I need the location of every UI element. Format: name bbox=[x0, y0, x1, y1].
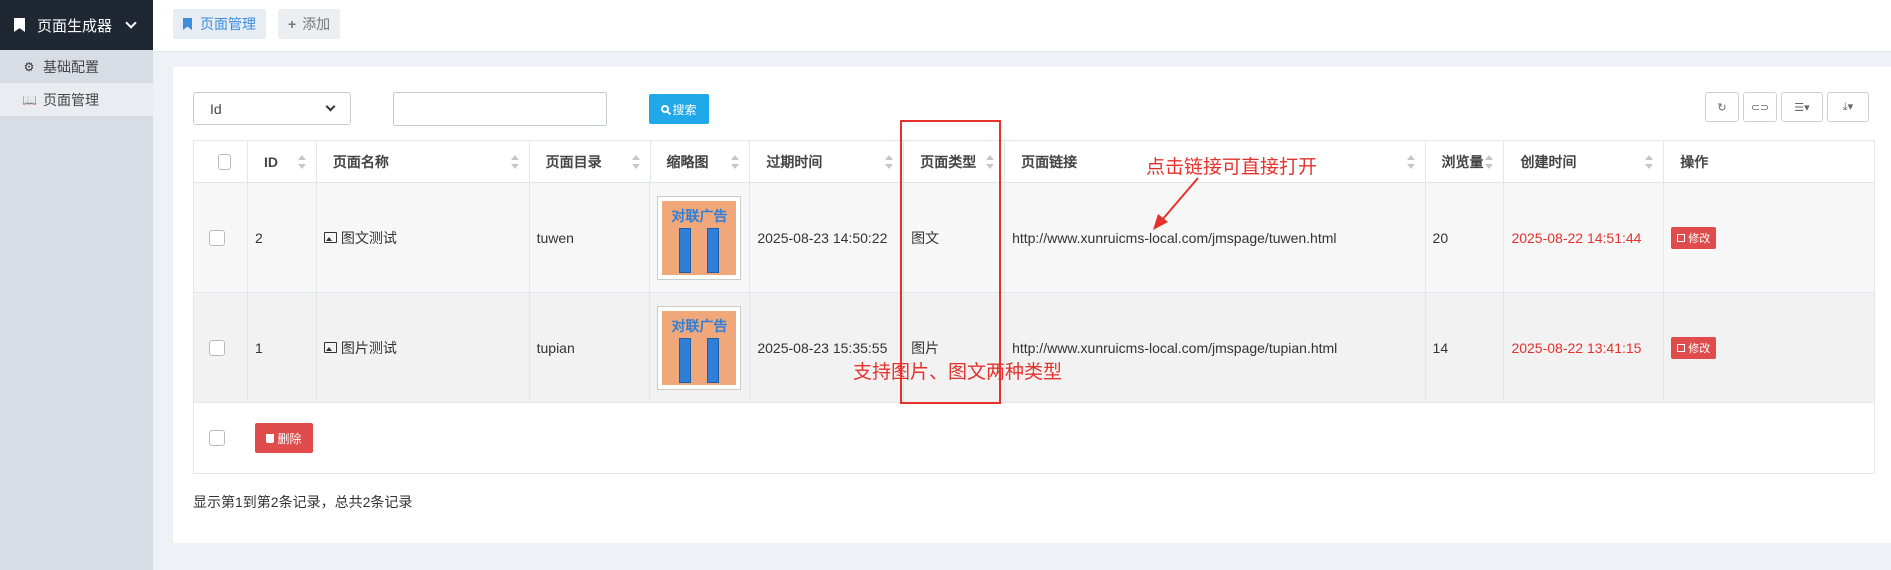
cell-name: 图片测试 bbox=[317, 293, 530, 402]
sort-icon bbox=[297, 154, 306, 169]
sidebar-header[interactable]: 页面生成器 bbox=[0, 0, 153, 50]
sort-icon bbox=[1645, 154, 1654, 169]
sort-icon bbox=[731, 154, 740, 169]
refresh-button[interactable]: ↻ bbox=[1705, 92, 1739, 122]
sort-icon bbox=[631, 154, 640, 169]
list-icon: ☰▾ bbox=[1794, 101, 1810, 114]
edit-button[interactable]: 修改 bbox=[1671, 336, 1717, 359]
column-header[interactable]: 页面名称 bbox=[317, 141, 530, 182]
cell-created: 2025-08-22 14:51:44 bbox=[1504, 183, 1665, 292]
cell-views: 14 bbox=[1426, 293, 1505, 402]
sort-icon bbox=[1485, 154, 1494, 169]
trash-icon bbox=[266, 433, 275, 443]
search-button[interactable]: 搜索 bbox=[649, 94, 709, 124]
sort-icon bbox=[510, 154, 519, 169]
edit-icon bbox=[1677, 233, 1686, 242]
cell-dir: tuwen bbox=[530, 183, 651, 292]
header-select-all[interactable] bbox=[194, 141, 248, 182]
annotation-type-note: 支持图片、图文两种类型 bbox=[853, 362, 1063, 383]
cell-expire: 2025-08-23 15:35:55 bbox=[750, 293, 905, 402]
sidebar: 页面生成器 ⚙ 基础配置 📖 页面管理 bbox=[0, 0, 153, 570]
thumbnail-image[interactable]: 对联广告 bbox=[657, 195, 742, 280]
tab-page-manage[interactable]: 页面管理 bbox=[173, 9, 266, 39]
toggle-icon: ⊂⊃ bbox=[1750, 101, 1770, 114]
cell-thumbnail: 对联广告 bbox=[650, 183, 751, 292]
cell-name: 图文测试 bbox=[317, 183, 530, 292]
row-checkbox[interactable] bbox=[209, 339, 225, 356]
column-header[interactable]: 创建时间 bbox=[1504, 141, 1665, 182]
thumbnail-image[interactable]: 对联广告 bbox=[657, 305, 742, 390]
columns-button[interactable]: ☰▾ bbox=[1781, 92, 1823, 122]
edit-icon bbox=[1677, 343, 1686, 352]
image-icon bbox=[323, 342, 337, 353]
tab-label: 添加 bbox=[302, 16, 331, 32]
export-button[interactable]: ⤓▾ bbox=[1827, 92, 1869, 122]
cell-created: 2025-08-22 13:41:15 bbox=[1504, 293, 1665, 402]
select-value: Id bbox=[210, 100, 222, 117]
edit-button[interactable]: 修改 bbox=[1671, 226, 1717, 249]
cell-id: 1 bbox=[248, 293, 317, 402]
pages-table: ID 页面名称 页面目录 缩略图 过期时间 页面类型 页面链接 浏览量 创建时间… bbox=[193, 140, 1875, 474]
cell-expire: 2025-08-23 14:50:22 bbox=[750, 183, 905, 292]
content-card: Id 搜索 ↻ ⊂⊃ ☰▾ ⤓▾ ID 页面名称 页面目录 缩略图 过期时间 页… bbox=[173, 67, 1891, 543]
cell-link: http://www.xunruicms-local.com/jmspage/t… bbox=[1005, 293, 1426, 402]
bookmark-icon bbox=[183, 18, 192, 30]
sidebar-item-label: 页面管理 bbox=[43, 91, 99, 108]
cell-dir: tupian bbox=[530, 293, 651, 402]
refresh-icon: ↻ bbox=[1717, 101, 1727, 114]
sidebar-item-page-manage[interactable]: 📖 页面管理 bbox=[0, 83, 153, 116]
annotation-arrow bbox=[1153, 177, 1199, 230]
search-input[interactable] bbox=[393, 92, 607, 126]
sort-icon bbox=[1406, 154, 1415, 169]
sidebar-item-label: 基础配置 bbox=[43, 58, 99, 75]
cell-views: 20 bbox=[1426, 183, 1505, 292]
top-tab-bar: 页面管理 + 添加 bbox=[153, 0, 1891, 52]
page-link[interactable]: http://www.xunruicms-local.com/jmspage/t… bbox=[1012, 340, 1337, 356]
image-icon bbox=[323, 232, 337, 243]
column-header[interactable]: 浏览量 bbox=[1426, 141, 1505, 182]
table-row: 2 图文测试 tuwen 对联广告 2025-08-23 14:50:22 图文… bbox=[194, 183, 1874, 293]
table-footer-row: 删除 bbox=[194, 403, 1874, 473]
sidebar-item-basic-config[interactable]: ⚙ 基础配置 bbox=[0, 50, 153, 83]
cell-link: http://www.xunruicms-local.com/jmspage/t… bbox=[1005, 183, 1426, 292]
download-icon: ⤓▾ bbox=[1842, 101, 1854, 113]
column-header[interactable]: 过期时间 bbox=[750, 141, 905, 182]
bulk-select-checkbox[interactable] bbox=[209, 430, 225, 446]
cell-id: 2 bbox=[248, 183, 317, 292]
annotation-link-note: 点击链接可直接打开 bbox=[1146, 157, 1318, 178]
delete-button[interactable]: 删除 bbox=[255, 423, 313, 453]
tab-add[interactable]: + 添加 bbox=[278, 9, 341, 39]
search-button-label: 搜索 bbox=[672, 102, 697, 117]
search-field-select[interactable]: Id bbox=[193, 92, 351, 125]
row-checkbox[interactable] bbox=[209, 229, 225, 246]
bookmark-icon bbox=[14, 18, 25, 32]
sidebar-header-label: 页面生成器 bbox=[37, 17, 113, 35]
gear-icon: ⚙ bbox=[23, 59, 35, 74]
book-icon: 📖 bbox=[22, 92, 37, 107]
column-header[interactable]: 缩略图 bbox=[651, 141, 751, 182]
table-row: 1 图片测试 tupian 对联广告 2025-08-23 15:35:55 图… bbox=[194, 293, 1874, 403]
pagination-info: 显示第1到第2条记录，总共2条记录 bbox=[193, 494, 413, 510]
select-all-checkbox[interactable] bbox=[218, 153, 231, 170]
plus-icon: + bbox=[288, 16, 297, 32]
toggle-view-button[interactable]: ⊂⊃ bbox=[1743, 92, 1777, 122]
column-header[interactable]: ID bbox=[248, 141, 317, 182]
column-header[interactable]: 页面目录 bbox=[530, 141, 651, 182]
cell-thumbnail: 对联广告 bbox=[650, 293, 751, 402]
sort-icon bbox=[885, 154, 894, 169]
search-icon bbox=[661, 105, 670, 113]
chevron-down-icon bbox=[125, 17, 137, 29]
tab-label: 页面管理 bbox=[200, 16, 256, 32]
chevron-down-icon bbox=[325, 101, 336, 112]
cell-actions: 修改 bbox=[1664, 183, 1874, 292]
table-header-row: ID 页面名称 页面目录 缩略图 过期时间 页面类型 页面链接 浏览量 创建时间… bbox=[194, 141, 1874, 183]
column-header: 操作 bbox=[1680, 153, 1709, 170]
cell-actions: 修改 bbox=[1664, 293, 1874, 402]
